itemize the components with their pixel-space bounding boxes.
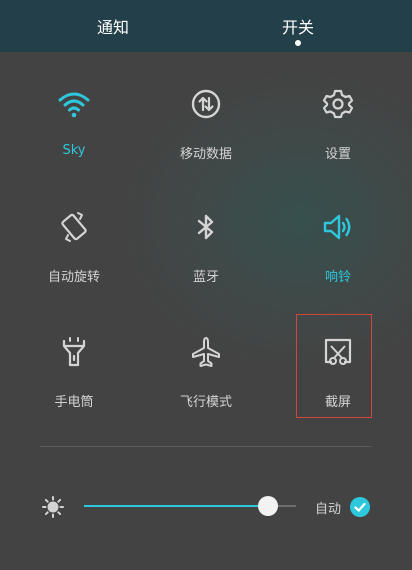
brightness-icon [42, 496, 64, 518]
quick-panel-header: 通知 开关 [0, 0, 412, 52]
toggle-airplane-mode[interactable]: 飞行模式 [146, 336, 266, 446]
brightness-slider-thumb[interactable] [258, 496, 279, 516]
toggle-ringer-label: 响铃 [324, 270, 351, 285]
screenshot-highlight-box [296, 314, 372, 418]
wifi-icon [58, 92, 90, 118]
brightness-slider[interactable] [84, 496, 296, 516]
tab-notifications[interactable]: 通知 [97, 14, 129, 38]
brightness-slider-fill [84, 505, 269, 507]
toggle-settings-label: 设置 [324, 147, 351, 162]
toggle-airplane-mode-label: 飞行模式 [179, 395, 232, 410]
toggle-flashlight[interactable]: 手电筒 [14, 336, 134, 446]
mobile-data-icon [191, 89, 221, 119]
airplane-icon [192, 337, 220, 367]
toggle-wifi[interactable]: Sky [14, 88, 134, 198]
auto-brightness-checkbox[interactable] [350, 497, 370, 517]
checkmark-icon [354, 502, 366, 512]
toggle-ringer[interactable]: 响铃 [278, 211, 398, 321]
toggle-mobile-data[interactable]: 移动数据 [146, 88, 266, 198]
toggle-bluetooth[interactable]: 蓝牙 [146, 211, 266, 321]
divider [40, 446, 372, 447]
gear-icon [322, 89, 354, 119]
rotate-icon [61, 212, 87, 242]
toggle-auto-rotate[interactable]: 自动旋转 [14, 211, 134, 321]
auto-brightness-label: 自动 [315, 502, 342, 517]
toggle-settings[interactable]: 设置 [278, 88, 398, 198]
tab-toggles[interactable]: 开关 [282, 14, 314, 38]
toggle-mobile-data-label: 移动数据 [179, 147, 232, 162]
selected-tab-indicator [295, 40, 301, 46]
flashlight-icon [62, 337, 86, 367]
speaker-icon [323, 214, 351, 240]
toggle-flashlight-label: 手电筒 [54, 395, 94, 410]
bluetooth-icon [197, 214, 214, 240]
toggle-wifi-label: Sky [62, 143, 86, 158]
toggle-auto-rotate-label: 自动旋转 [47, 270, 100, 285]
toggle-bluetooth-label: 蓝牙 [192, 270, 219, 285]
